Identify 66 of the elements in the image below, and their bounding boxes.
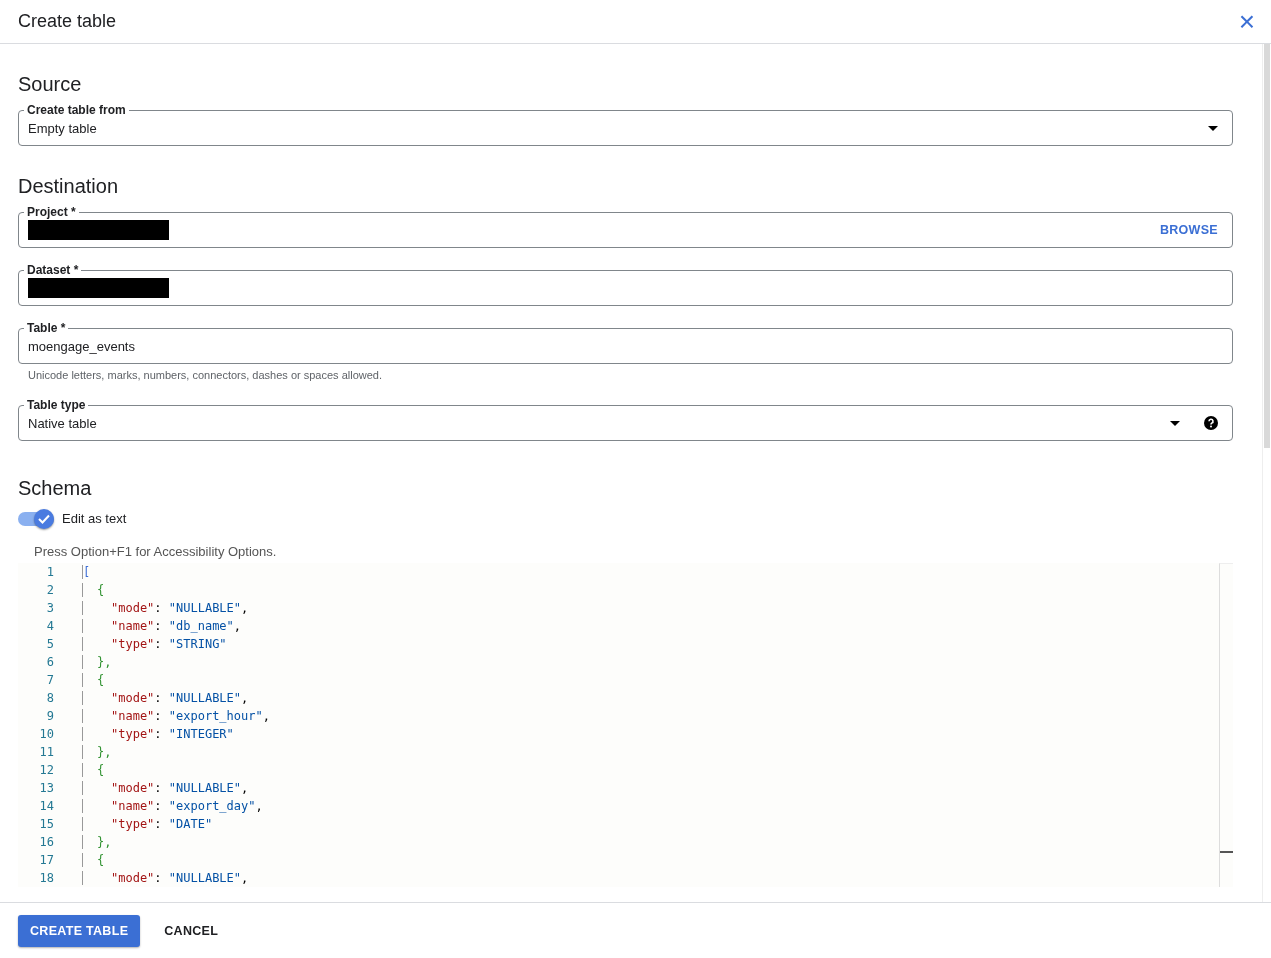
- input-field[interactable]: Project * BROWSE: [18, 205, 1233, 248]
- line-number: 9: [45, 709, 54, 723]
- dialog-title: Create table: [18, 11, 117, 32]
- helper-text: Unicode letters, marks, numbers, connectors, dashes or spaces allowed.: [28, 369, 383, 381]
- field-value: Native table: [28, 415, 98, 431]
- code-text: {: [97, 673, 105, 687]
- code-text: },: [97, 745, 112, 759]
- line-number: 10: [38, 727, 54, 741]
- input-field[interactable]: Dataset *: [18, 263, 1233, 306]
- line-number: 11: [38, 745, 54, 759]
- line-number: 6: [45, 655, 54, 669]
- dropdown-caret-icon: [1170, 420, 1180, 426]
- create-table-button[interactable]: CREATE TABLE: [18, 914, 141, 947]
- code-text: "type": "STRING": [111, 637, 227, 651]
- line-number: 5: [45, 637, 54, 651]
- line-number: 18: [38, 871, 54, 885]
- field-label: Dataset *: [24, 263, 82, 277]
- field-label: Create table from: [24, 103, 129, 117]
- line-number: 16: [38, 835, 54, 849]
- line-number: 13: [38, 781, 54, 795]
- code-text: "type": "INTEGER": [111, 727, 234, 741]
- scrollbar-thumb[interactable]: [1264, 44, 1270, 448]
- dropdown-caret-icon: [1208, 125, 1218, 131]
- code-text: "name": "db_name",: [111, 619, 242, 633]
- line-number: 17: [38, 853, 54, 867]
- code-text: {: [97, 583, 105, 597]
- line-number: 15: [38, 817, 54, 831]
- line-number: 8: [45, 691, 54, 705]
- code-text: "name": "export_day",: [111, 799, 263, 813]
- close-button[interactable]: ×: [1238, 7, 1255, 36]
- accessibility-hint: Press Option+F1 for Accessibility Options.: [34, 544, 278, 559]
- line-number: 1: [45, 565, 54, 579]
- line-number: 7: [45, 673, 54, 687]
- code-text: "name": "export_hour",: [111, 709, 270, 723]
- line-number: 14: [38, 799, 54, 813]
- code-text: "mode": "NULLABLE",: [111, 781, 249, 795]
- code-text: {: [97, 763, 105, 777]
- line-number: 2: [45, 583, 54, 597]
- field-label: Table *: [24, 321, 69, 335]
- help-icon[interactable]: [1204, 416, 1218, 430]
- select-field[interactable]: Table type Native table: [18, 398, 1233, 441]
- browse-link[interactable]: BROWSE: [1159, 223, 1218, 237]
- line-number: 4: [45, 619, 54, 633]
- toggle-label: Edit as text: [62, 511, 127, 526]
- code-text: "mode": "NULLABLE",: [111, 691, 249, 705]
- field-value: Empty table: [28, 120, 98, 136]
- line-number: 12: [38, 763, 54, 777]
- code-text: },: [97, 655, 112, 669]
- field-label: Table type: [24, 398, 89, 412]
- code-text: "mode": "NULLABLE",: [111, 601, 249, 615]
- field-value: moengage_events: [28, 338, 136, 354]
- cancel-button[interactable]: CANCEL: [152, 914, 231, 947]
- select-field[interactable]: Create table from Empty table: [18, 103, 1233, 146]
- code-text: "mode": "NULLABLE",: [111, 871, 249, 885]
- toggle-switch[interactable]: [18, 511, 54, 526]
- section-heading: Source: [18, 73, 83, 95]
- code-text: "type": "DATE": [111, 817, 213, 831]
- section-heading: Schema: [18, 477, 93, 499]
- check-icon: [38, 513, 50, 524]
- input-field[interactable]: Table * moengage_events: [18, 321, 1233, 364]
- field-label: Project *: [24, 205, 79, 219]
- code-text: {: [97, 853, 105, 867]
- code-text: },: [97, 835, 112, 849]
- line-number: 3: [45, 601, 54, 615]
- code-text: [: [83, 565, 91, 579]
- section-heading: Destination: [18, 175, 120, 197]
